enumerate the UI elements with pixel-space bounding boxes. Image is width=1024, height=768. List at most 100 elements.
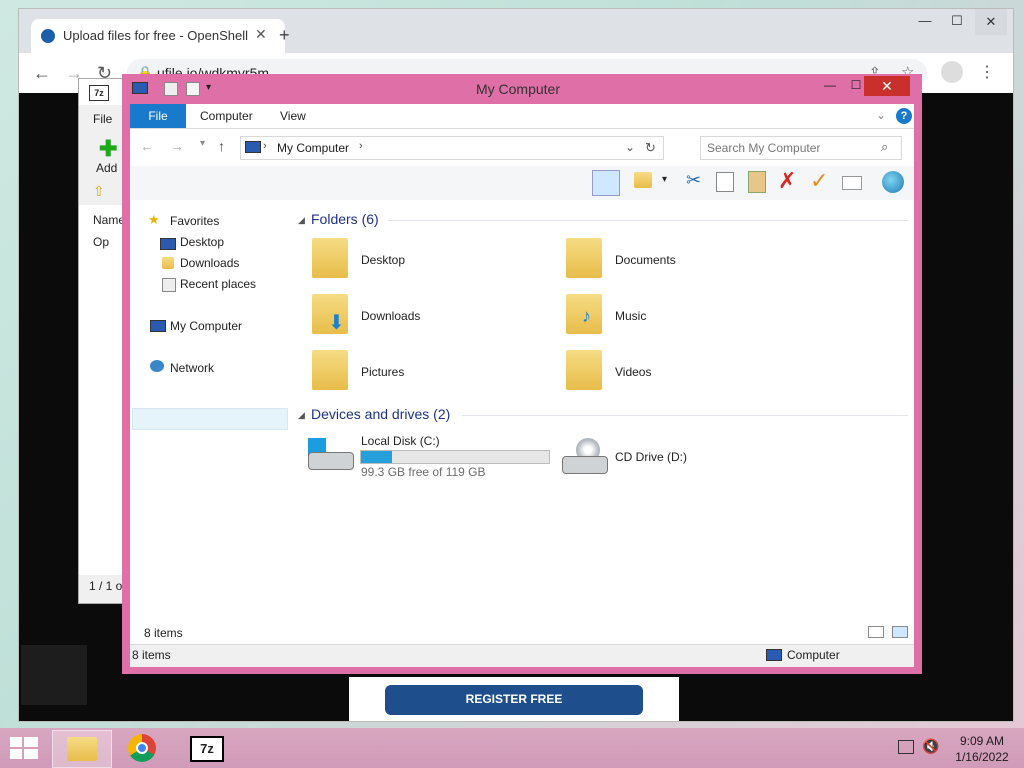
search-icon: ⌕ [881,139,889,154]
folders-group-header[interactable]: Folders (6) [311,211,379,227]
chevron-down-icon[interactable]: ▾ [662,174,667,185]
collapse-icon[interactable]: ◢ [298,215,305,226]
properties-check-icon[interactable]: ✓ [810,168,828,194]
desktop-folder-icon[interactable] [312,238,348,278]
network-tray-icon[interactable] [898,740,914,754]
pictures-folder-icon[interactable] [312,350,348,390]
back-icon[interactable]: ← [33,63,51,84]
file-explorer-icon [67,737,97,761]
navigation-pane: ★ Favorites Desktop Downloads Recent pla… [130,202,288,622]
taskbar-7zip[interactable]: 7z [176,730,234,766]
taskbar-explorer[interactable] [52,730,112,768]
folder-documents[interactable]: Documents [615,253,676,267]
ribbon-expand-icon[interactable]: ⌄ [876,108,886,122]
folder-music[interactable]: Music [615,309,646,323]
close-tab-icon[interactable]: ✕ [255,26,267,43]
minimize-icon[interactable]: — [909,13,941,28]
maximize-icon[interactable]: ☐ [941,13,973,29]
chrome-icon [128,734,156,762]
delete-icon[interactable]: ✗ [778,168,796,194]
close-window-icon[interactable]: ✕ [975,9,1007,35]
explorer-body: File Computer View ⌄ ? ← → ▾ ↑ › My Comp… [130,104,914,667]
tab-view[interactable]: View [280,109,306,123]
volume-muted-icon[interactable]: 🔇 [922,738,939,755]
up-folder-icon[interactable]: ⇧ [93,183,105,200]
back-icon[interactable]: ← [140,138,154,154]
up-icon[interactable]: ↑ [218,138,225,154]
downloads-icon [162,257,174,269]
tab-file[interactable]: File [130,104,186,128]
chevron-right-icon[interactable]: › [359,140,363,152]
taskbar: 7z 🔇 9:09 AM 1/16/2022 [0,728,1024,768]
item-count: 8 items [144,626,183,640]
chevron-right-icon[interactable]: › [263,140,267,152]
divider [462,415,908,416]
drive-d-label[interactable]: CD Drive (D:) [615,450,687,464]
status-bar: 8 items Computer [130,644,914,667]
openshell-favicon-icon [41,29,55,43]
drive-body [562,456,608,474]
folder-pictures[interactable]: Pictures [361,365,404,379]
chevron-down-icon[interactable]: ⌄ [625,140,635,154]
clock-date[interactable]: 1/16/2022 [950,750,1014,764]
column-name-header[interactable]: Name [93,213,125,227]
help-icon[interactable]: ? [896,108,912,124]
search-placeholder: Search My Computer [707,141,821,155]
minimize-icon[interactable]: — [816,78,844,94]
rename-icon[interactable] [842,176,862,190]
nav-favorites[interactable]: Favorites [170,214,219,228]
add-icon[interactable]: ✚ [99,138,117,160]
nav-desktop[interactable]: Desktop [180,235,224,249]
cut-icon[interactable]: ✂ [686,170,701,191]
documents-folder-icon[interactable] [566,238,602,278]
address-bar[interactable]: › My Computer › ⌄ ↻ [240,136,664,160]
network-icon [150,360,164,372]
nav-recent-places[interactable]: Recent places [180,277,256,291]
start-button[interactable] [10,737,38,762]
nav-my-computer[interactable]: My Computer [170,319,242,333]
register-button[interactable]: REGISTER FREE [385,685,643,715]
tab-computer[interactable]: Computer [200,109,253,123]
7zip-icon: 7z [190,736,224,762]
details-view-icon[interactable] [868,626,884,638]
tab-title: Upload files for free - OpenShell [63,28,248,43]
recent-dropdown-icon[interactable]: ▾ [200,138,205,149]
disk-usage-bar [360,450,550,464]
videos-folder-icon[interactable] [566,350,602,390]
devices-group-header[interactable]: Devices and drives (2) [311,406,450,422]
7zip-file-menu[interactable]: File [93,112,112,126]
preview-pane-icon[interactable] [592,170,620,196]
address-path[interactable]: My Computer [277,141,349,155]
search-input[interactable]: Search My Computer ⌕ [700,136,902,160]
forward-icon[interactable]: → [170,138,184,154]
menu-icon[interactable]: ⋮ [979,62,995,82]
new-tab-icon[interactable]: + [279,25,290,46]
drive-c-label[interactable]: Local Disk (C:) [361,434,440,448]
file-row[interactable]: Op [93,235,109,249]
tiles-view-icon[interactable] [892,626,908,638]
folder-options-icon[interactable] [634,172,654,192]
nav-network[interactable]: Network [170,361,214,375]
open-shell-icon[interactable] [882,171,904,193]
folder-downloads[interactable]: Downloads [361,309,420,323]
paste-icon[interactable] [748,171,766,193]
copy-icon[interactable] [716,172,734,192]
nav-downloads[interactable]: Downloads [180,256,239,270]
profile-avatar[interactable] [941,61,963,83]
add-button-label[interactable]: Add [96,161,117,175]
refresh-icon[interactable]: ↻ [645,140,656,156]
star-icon: ★ [148,212,160,227]
music-note-icon: ♪ [582,306,591,326]
clock-time[interactable]: 9:09 AM [952,734,1012,748]
7zip-status: 1 / 1 o [89,579,123,593]
browser-tab[interactable]: Upload files for free - OpenShell ✕ [31,19,285,53]
cd-drive-icon[interactable] [562,438,608,478]
local-disk-icon[interactable] [308,438,354,470]
taskbar-chrome[interactable] [114,730,172,766]
close-icon[interactable]: ✕ [864,76,910,96]
collapse-icon[interactable]: ◢ [298,410,305,421]
explorer-titlebar: ▾ My Computer — ☐ ✕ [122,74,922,104]
statusbar-location: Computer [787,648,840,662]
folder-desktop[interactable]: Desktop [361,253,405,267]
folder-videos[interactable]: Videos [615,365,651,379]
